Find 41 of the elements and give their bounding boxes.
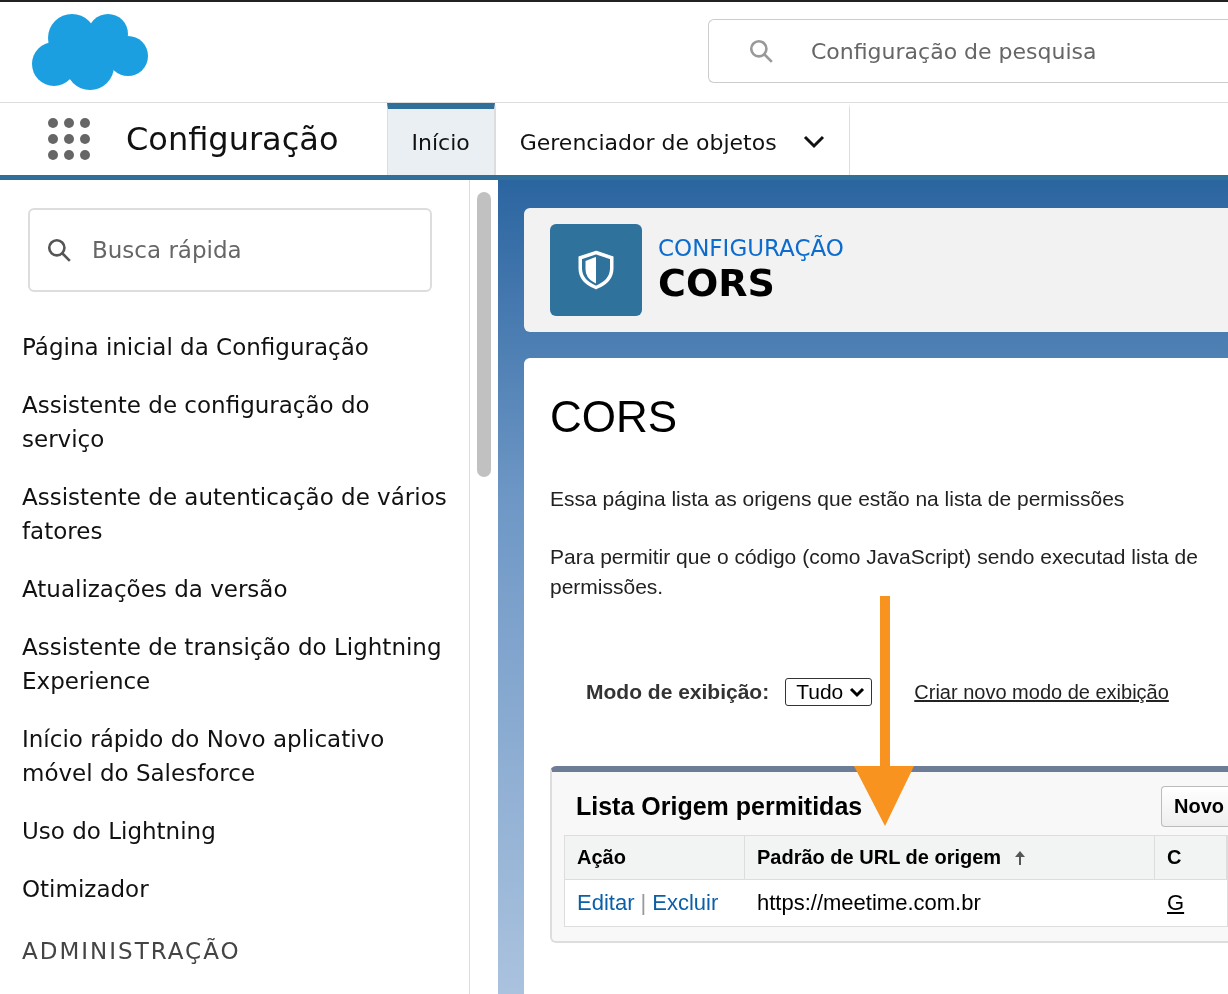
search-icon bbox=[748, 38, 774, 64]
column-header[interactable]: C bbox=[1155, 836, 1227, 880]
section-heading: ADMINISTRAÇÃO bbox=[22, 938, 242, 964]
search-icon bbox=[46, 237, 72, 263]
view-label: Modo de exibição: bbox=[586, 680, 770, 704]
sidebar-link[interactable]: Assistente de configuração do serviço bbox=[22, 388, 469, 456]
list-title: Lista Origem permitidas bbox=[575, 792, 863, 821]
separator-text: | bbox=[640, 890, 647, 916]
quick-search-field[interactable]: Busca rápida bbox=[28, 208, 432, 292]
description-text: Para permitir que o código (como JavaScript) sendo executad lista de permissões. bbox=[550, 544, 1199, 600]
search-field[interactable]: Configuração de pesquisa bbox=[708, 19, 1228, 83]
app-title: Configuração bbox=[126, 120, 339, 158]
content-heading: CORS bbox=[550, 392, 679, 442]
table-cell-text: G bbox=[1166, 889, 1186, 917]
sidebar-link[interactable]: Início rápido do Novo aplicativo móvel do Salesforce bbox=[22, 722, 469, 790]
shield-icon bbox=[550, 224, 642, 316]
sidebar-link[interactable]: Uso do Lightning bbox=[22, 814, 469, 848]
scrollbar-thumb[interactable] bbox=[477, 192, 491, 477]
page-eyebrow: CONFIGURAÇÃO bbox=[658, 235, 844, 261]
sidebar-link[interactable]: Página inicial da Configuração bbox=[22, 330, 469, 364]
page-title: CORS bbox=[658, 261, 776, 305]
description-text: Essa página lista as origens que estão na lista de permissões bbox=[550, 486, 1126, 512]
view-select[interactable]: Tudo bbox=[785, 678, 873, 706]
table-cell-text: https://meetime.com.br bbox=[756, 889, 982, 917]
sidebar-link[interactable]: Atualizações da versão bbox=[22, 572, 469, 606]
app-launcher-icon[interactable] bbox=[48, 118, 90, 160]
delete-link[interactable]: Excluir bbox=[652, 890, 719, 916]
new-button[interactable]: Novo bbox=[1161, 786, 1228, 827]
nav-tab[interactable]: Gerenciador de objetos bbox=[494, 103, 850, 175]
edit-link[interactable]: Editar bbox=[577, 890, 635, 916]
sidebar-link[interactable]: Otimizador bbox=[22, 872, 469, 906]
nav-tab[interactable]: Início bbox=[386, 103, 495, 175]
column-header-text: Padrão de URL de origem bbox=[757, 846, 1002, 869]
sidebar-link[interactable]: Assistente de autenticação de vários fatores bbox=[22, 480, 469, 548]
create-view-link[interactable]: Criar novo modo de exibição bbox=[914, 680, 1169, 704]
column-header[interactable]: Ação bbox=[565, 836, 745, 880]
column-header[interactable]: Padrão de URL de origem bbox=[745, 836, 1155, 880]
column-header-text: Ação bbox=[577, 846, 626, 869]
column-header-text: C bbox=[1167, 846, 1182, 869]
chevron-down-icon bbox=[849, 686, 866, 698]
sidebar-link[interactable]: Assistente de transição do Lightning Experience bbox=[22, 630, 469, 698]
